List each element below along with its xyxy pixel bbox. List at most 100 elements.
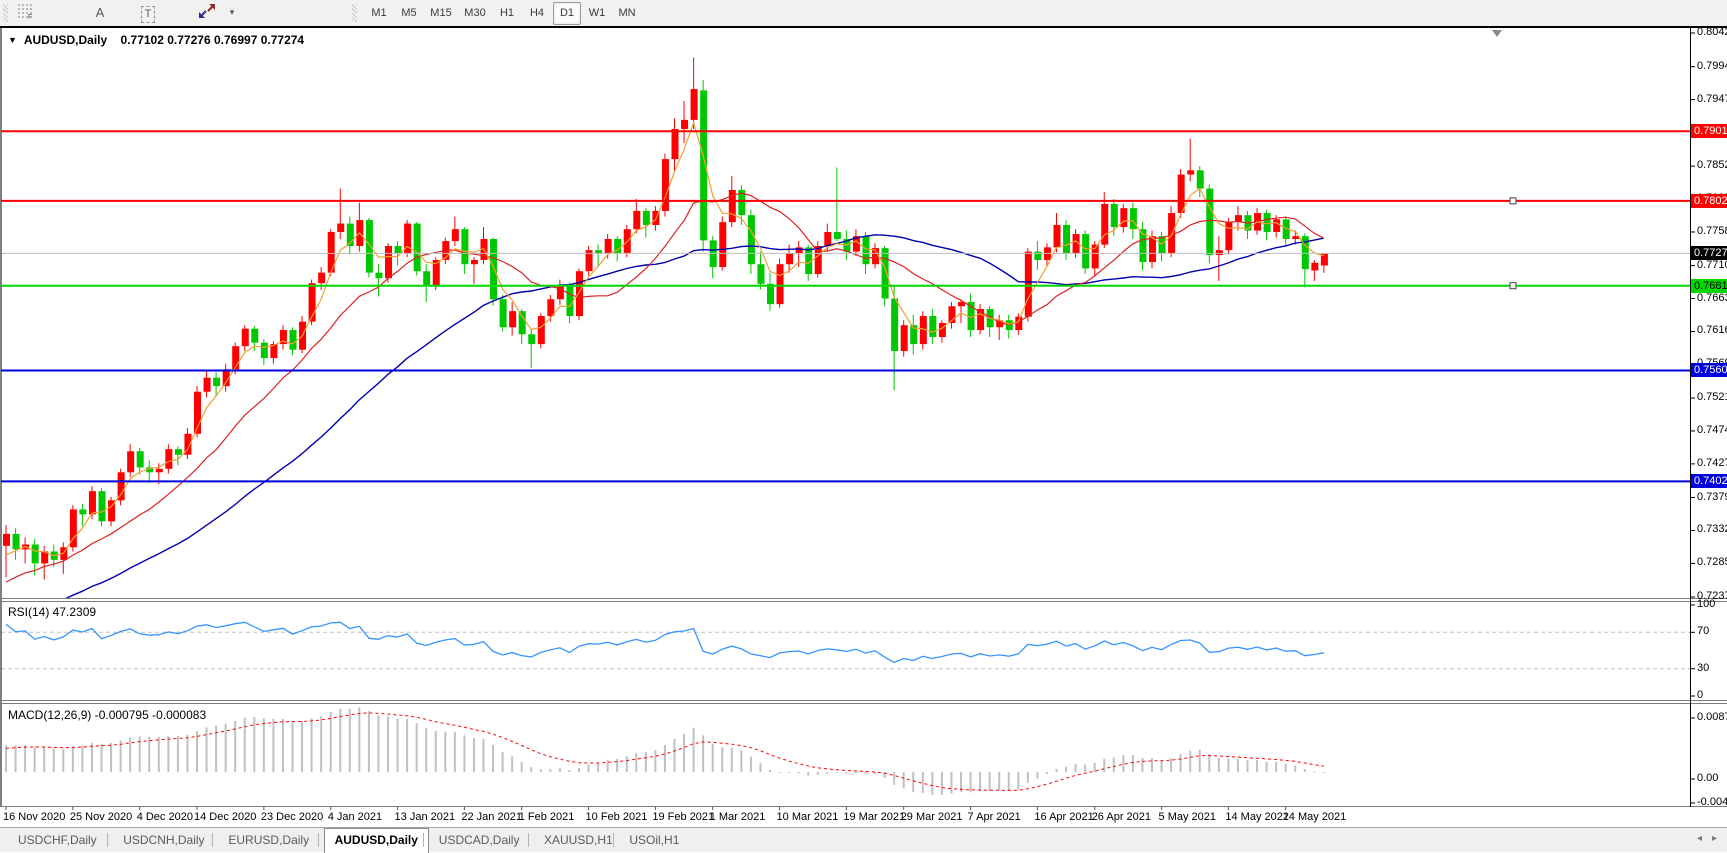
pane-separator[interactable] <box>0 598 1727 599</box>
tab-usdchf[interactable]: USDCHF,Daily <box>8 829 107 851</box>
tab-audusd[interactable]: AUDUSD,Daily <box>323 828 429 853</box>
tab-eurusd[interactable]: EURUSD,Daily <box>218 829 319 851</box>
macd-bar <box>1256 760 1259 772</box>
tab-scroll-right-icon[interactable]: ▸ <box>1712 833 1717 844</box>
macd-bar <box>14 745 17 772</box>
price-axis-tick: 0.76160 <box>1697 324 1727 337</box>
macd-bar <box>1246 760 1249 772</box>
candle-body <box>576 271 583 317</box>
macd-bar <box>921 772 924 793</box>
candle-body <box>556 285 564 300</box>
tab-xauusd[interactable]: XAUUSD,H1 <box>534 829 623 851</box>
candle-body <box>595 250 603 253</box>
macd-bar <box>807 772 810 776</box>
candle-body <box>1196 170 1204 189</box>
price-chart[interactable] <box>0 0 1727 851</box>
date-axis-label: 25 Nov 2020 <box>69 811 133 823</box>
macd-bar <box>71 746 74 772</box>
macd-bar <box>1122 755 1125 772</box>
candle-body <box>757 264 765 284</box>
symbol-dropdown-icon[interactable]: ▼ <box>8 35 17 45</box>
candle-body <box>1082 234 1090 269</box>
main-pane[interactable] <box>1 57 1690 622</box>
candle-body <box>1263 213 1271 232</box>
candle-body <box>394 245 402 253</box>
candle-body <box>1177 174 1185 214</box>
candle-body <box>1053 224 1061 248</box>
macd-axis-tick: 0.00 <box>1697 772 1719 784</box>
candle-body <box>1015 316 1023 331</box>
macd-bar <box>740 750 743 772</box>
rsi-pane[interactable] <box>1 621 1690 670</box>
pane-separator[interactable] <box>0 601 1727 602</box>
candle-body <box>385 245 392 279</box>
candle-body <box>1110 203 1118 228</box>
macd-bar <box>348 708 351 772</box>
macd-bar <box>157 736 160 772</box>
macd-bar <box>1322 772 1325 773</box>
macd-bar <box>358 707 361 772</box>
macd-bar <box>24 744 27 772</box>
macd-bar <box>845 772 848 774</box>
tab-usdcnh[interactable]: USDCNH,Daily <box>113 829 214 851</box>
hline-handle[interactable] <box>1509 282 1517 290</box>
macd-bar <box>119 740 122 772</box>
candle-body <box>891 298 899 352</box>
candle-body <box>537 316 545 345</box>
macd-bar <box>568 770 571 772</box>
macd-bar <box>864 772 867 775</box>
candle-body <box>174 449 182 455</box>
macd-bar <box>711 743 714 772</box>
macd-bar <box>320 716 323 772</box>
rsi-axis-tick: 100 <box>1697 598 1716 610</box>
macd-bar <box>1227 758 1230 772</box>
candle-body <box>337 223 345 232</box>
macd-axis-tick: 0.008782 <box>1697 711 1727 723</box>
tab-separator <box>317 833 319 847</box>
mt4-window: F A T ▾ M1 M5 M15 M30 H1 H4 D1 W1 MN ▼ AUDUSD,Da… <box>0 0 1727 853</box>
candle-body <box>509 311 517 328</box>
hline-handle[interactable] <box>1509 197 1517 205</box>
date-axis-label: 10 Feb 2021 <box>585 811 648 823</box>
candle-body <box>470 260 478 265</box>
candle-body <box>881 248 889 299</box>
candle-body <box>413 223 421 272</box>
tab-scroll-left-icon[interactable]: ◂ <box>1697 833 1702 844</box>
tab-usdcad[interactable]: USDCAD,Daily <box>429 829 530 851</box>
date-axis-label: 19 Mar 2021 <box>843 811 906 823</box>
symbol-tab-bar: ◂ ▸ USDCHF,Daily USDCNH,Daily EURUSD,Daily… <box>0 827 1727 853</box>
chart-shift-marker-icon[interactable] <box>1492 30 1502 37</box>
chart-title: ▼ AUDUSD,Daily 0.77102 0.77276 0.76997 0… <box>8 33 304 47</box>
ohlc-open: 0.77102 <box>120 33 164 47</box>
macd-bar <box>501 751 504 772</box>
date-axis-label: 26 Apr 2021 <box>1091 811 1152 823</box>
symbol-period-label: AUDUSD,Daily <box>23 33 108 47</box>
macd-bar <box>826 772 829 774</box>
macd-bar <box>530 767 533 772</box>
macd-bar <box>406 718 409 772</box>
price-level-label: 0.78024 <box>1691 193 1727 208</box>
macd-bar <box>196 731 198 772</box>
price-axis-tick: 0.74270 <box>1697 456 1727 469</box>
date-axis-label: 7 Apr 2021 <box>967 811 1021 823</box>
price-level-label: 0.75603 <box>1691 363 1727 378</box>
tab-separator <box>422 833 424 847</box>
candle-body <box>1311 262 1319 271</box>
macd-bar <box>788 772 791 774</box>
macd-bar <box>683 733 686 772</box>
candle-body <box>31 544 39 564</box>
pane-separator[interactable] <box>0 700 1727 701</box>
candle-body <box>528 334 536 345</box>
tab-separator <box>212 833 214 847</box>
tab-usoil[interactable]: USOil,H1 <box>619 829 689 851</box>
macd-bar <box>482 739 485 772</box>
macd-bar <box>597 762 600 772</box>
pane-separator[interactable] <box>0 703 1727 704</box>
candle-body <box>824 231 832 246</box>
macd-bar <box>243 717 246 772</box>
price-axis-line <box>1690 28 1691 807</box>
macd-bar <box>90 742 93 772</box>
date-axis-label: 1 Mar 2021 <box>709 811 766 823</box>
macd-bar <box>492 744 495 772</box>
candle-body <box>289 330 297 350</box>
